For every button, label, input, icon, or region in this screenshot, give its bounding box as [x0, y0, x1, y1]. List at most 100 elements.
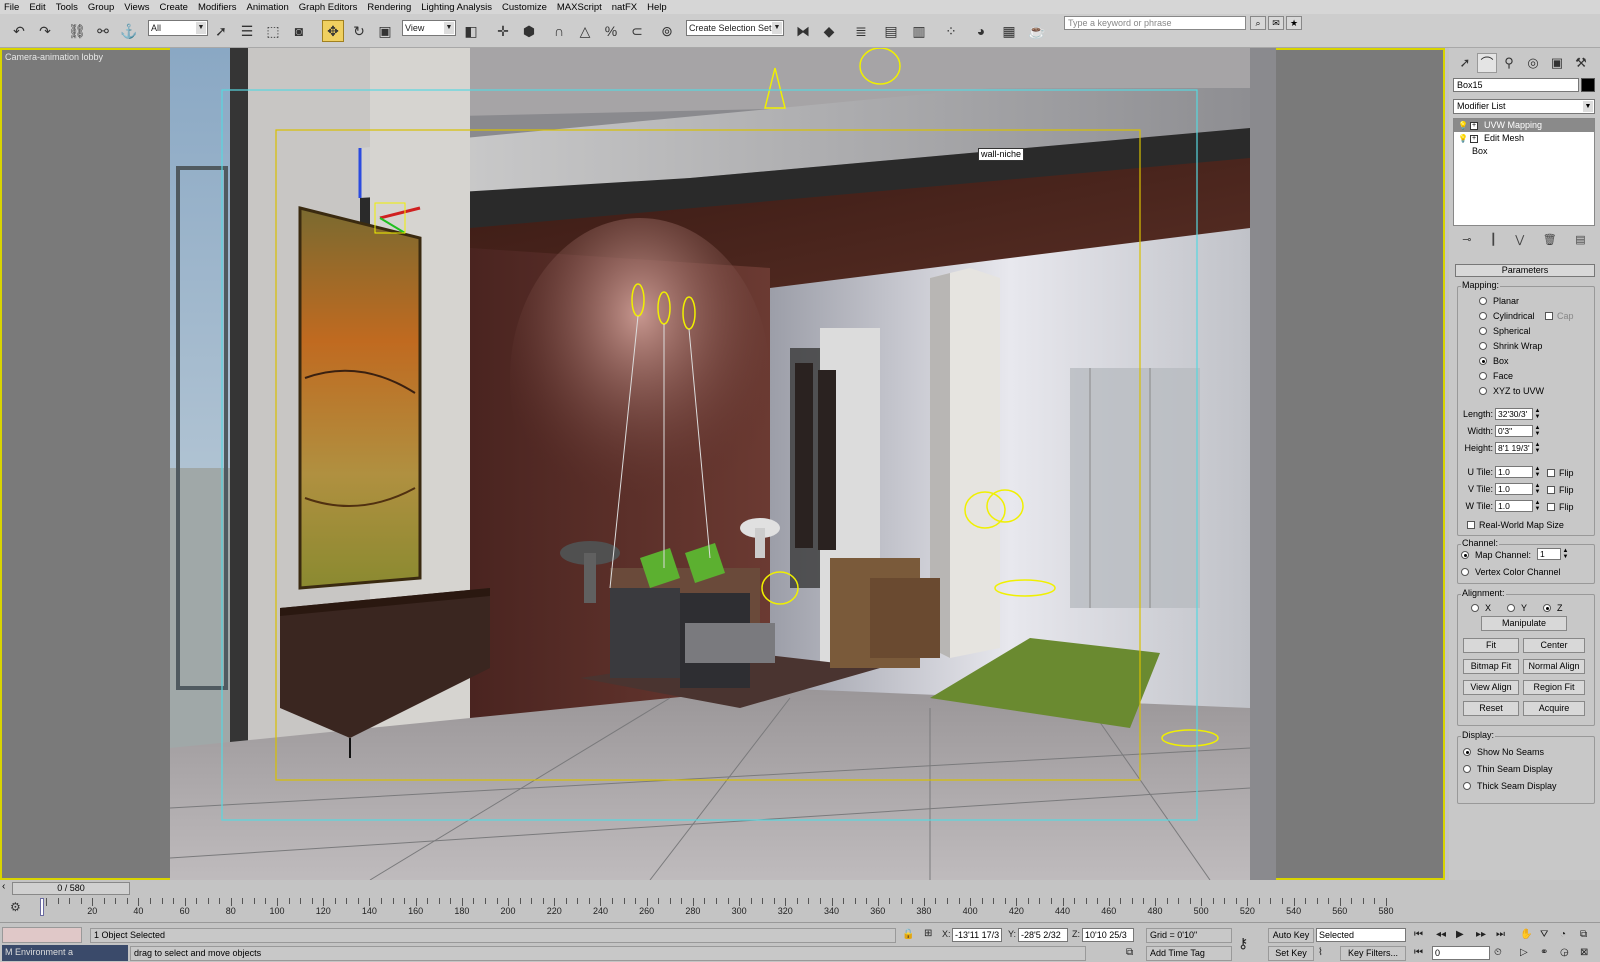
- curve-editor-icon[interactable]: ▥: [908, 20, 930, 42]
- cap-checkbox[interactable]: Cap: [1545, 311, 1574, 321]
- v-flip-checkbox[interactable]: Flip: [1547, 485, 1574, 495]
- selection-filter-dropdown[interactable]: All ▼: [148, 20, 208, 36]
- menu-modifiers[interactable]: Modifiers: [198, 2, 237, 13]
- angle-snap-icon[interactable]: △: [574, 20, 596, 42]
- menu-edit[interactable]: Edit: [29, 2, 45, 13]
- add-time-tag-button[interactable]: Add Time Tag: [1146, 946, 1232, 961]
- x-coordinate-field[interactable]: -13'11 17/3: [952, 928, 1002, 942]
- real-world-map-size-checkbox[interactable]: Real-World Map Size: [1467, 520, 1564, 530]
- graphite-modeling-tools-icon[interactable]: ▤: [880, 20, 902, 42]
- schematic-view-icon[interactable]: ⁘: [940, 20, 962, 42]
- render-teapot-icon[interactable]: ☕: [1026, 20, 1048, 42]
- menu-file[interactable]: File: [4, 2, 19, 13]
- viewport-label[interactable]: Camera-animation lobby: [5, 52, 103, 62]
- menu-customize[interactable]: Customize: [502, 2, 547, 13]
- select-and-rotate-icon[interactable]: ↻: [348, 20, 370, 42]
- map-channel-field[interactable]: 1: [1537, 548, 1561, 560]
- search-icon[interactable]: ⌕: [1250, 16, 1266, 30]
- unlink-selection-icon[interactable]: ⚯: [92, 20, 114, 42]
- key-mode-toggle-icon[interactable]: ⏮: [1414, 947, 1423, 958]
- width-field[interactable]: 0'3": [1495, 425, 1533, 437]
- spinner-arrows-icon[interactable]: ▲ ▼: [1534, 442, 1541, 454]
- roll-camera-icon[interactable]: ◶: [1560, 947, 1569, 958]
- key-filters-button[interactable]: Key Filters...: [1340, 946, 1406, 961]
- region-fit-button[interactable]: Region Fit: [1523, 680, 1585, 695]
- layer-manager-icon[interactable]: ≣: [850, 20, 872, 42]
- configure-modifier-sets-icon[interactable]: ▤: [1575, 233, 1585, 246]
- spinner-arrows-icon[interactable]: ▲ ▼: [1534, 500, 1541, 512]
- menu-tools[interactable]: Tools: [56, 2, 78, 13]
- reference-coordinate-dropdown[interactable]: View ▼: [402, 20, 456, 36]
- percent-snap-icon[interactable]: %: [600, 20, 622, 42]
- dolly-camera-icon[interactable]: ⚭: [1540, 947, 1548, 958]
- display-tab-icon[interactable]: ▣: [1547, 53, 1567, 73]
- acquire-button[interactable]: Acquire: [1523, 701, 1585, 716]
- u-tile-field[interactable]: 1.0: [1495, 466, 1533, 478]
- select-and-scale-icon[interactable]: ▣: [374, 20, 396, 42]
- height-field[interactable]: 8'1 19/3': [1495, 442, 1533, 454]
- radio-align-y[interactable]: Y: [1507, 603, 1527, 613]
- search-input[interactable]: Type a keyword or phrase: [1064, 16, 1246, 30]
- time-slider[interactable]: 0 / 580: [12, 882, 130, 895]
- pan-view-icon[interactable]: ✋: [1520, 929, 1532, 940]
- bind-to-space-warp-icon[interactable]: ⚓: [118, 20, 140, 42]
- w-flip-checkbox[interactable]: Flip: [1547, 502, 1574, 512]
- u-flip-checkbox[interactable]: Flip: [1547, 468, 1574, 478]
- select-and-link-icon[interactable]: ⛓: [66, 20, 88, 42]
- align-icon[interactable]: ◆: [818, 20, 840, 42]
- object-name-field[interactable]: Box15: [1453, 78, 1579, 92]
- maximize-viewport-icon[interactable]: ⧉: [1580, 929, 1587, 940]
- lightbulb-icon[interactable]: 💡: [1458, 119, 1468, 132]
- time-tag-icon[interactable]: ⧉: [1126, 947, 1133, 958]
- redo-icon[interactable]: ↷: [34, 20, 56, 42]
- next-frame-icon[interactable]: ▸▸: [1476, 929, 1486, 940]
- radio-box[interactable]: Box: [1479, 356, 1509, 366]
- menu-group[interactable]: Group: [88, 2, 114, 13]
- go-to-start-icon[interactable]: ⏮: [1414, 929, 1423, 940]
- fit-button[interactable]: Fit: [1463, 638, 1519, 653]
- radio-planar[interactable]: Planar: [1479, 296, 1519, 306]
- menu-create[interactable]: Create: [159, 2, 188, 13]
- radio-cylindrical[interactable]: Cylindrical: [1479, 311, 1535, 321]
- utilities-tab-icon[interactable]: ⚒: [1571, 53, 1591, 73]
- current-frame-marker[interactable]: [40, 898, 44, 916]
- remove-modifier-icon[interactable]: 🗑: [1543, 233, 1557, 246]
- stack-item-edit-mesh[interactable]: 💡 + Edit Mesh: [1454, 132, 1594, 145]
- undo-icon[interactable]: ↶: [8, 20, 30, 42]
- select-by-name-icon[interactable]: ☰: [236, 20, 258, 42]
- camera-viewport[interactable]: wall-niche: [170, 48, 1276, 880]
- key-icon[interactable]: ⚷: [1238, 935, 1248, 952]
- field-of-view-icon[interactable]: ▷: [1520, 947, 1528, 958]
- stack-item-uvw-mapping[interactable]: 💡 + UVW Mapping: [1454, 119, 1594, 132]
- radio-face[interactable]: Face: [1479, 371, 1513, 381]
- radio-vertex-color-channel[interactable]: Vertex Color Channel: [1461, 567, 1561, 577]
- reset-button[interactable]: Reset: [1463, 701, 1519, 716]
- radio-shrink-wrap[interactable]: Shrink Wrap: [1479, 341, 1542, 351]
- spinner-snap-icon[interactable]: ⊂: [626, 20, 648, 42]
- selection-lock-icon[interactable]: 🔒: [902, 929, 914, 940]
- zoom-extents-icon[interactable]: ⊠: [1580, 947, 1588, 958]
- track-bar-menu-icon[interactable]: ⚙: [10, 900, 21, 914]
- z-coordinate-field[interactable]: 10'10 25/3: [1082, 928, 1134, 942]
- radio-xyz-to-uvw[interactable]: XYZ to UVW: [1479, 386, 1544, 396]
- select-object-icon[interactable]: ➚: [210, 20, 232, 42]
- maxscript-listener-mini[interactable]: [2, 927, 82, 943]
- manipulate-button[interactable]: Manipulate: [1481, 616, 1567, 631]
- radio-map-channel[interactable]: Map Channel:: [1461, 550, 1531, 560]
- hierarchy-tab-icon[interactable]: ⚲: [1499, 53, 1519, 73]
- snaps-toggle-icon[interactable]: ∩: [548, 20, 570, 42]
- spinner-arrows-icon[interactable]: ▲ ▼: [1534, 425, 1541, 437]
- radio-thick-seam-display[interactable]: Thick Seam Display: [1463, 781, 1557, 791]
- radio-spherical[interactable]: Spherical: [1479, 326, 1531, 336]
- pin-stack-icon[interactable]: ⊸: [1462, 233, 1471, 246]
- time-slider-prev-icon[interactable]: ‹: [2, 881, 5, 892]
- walk-through-icon[interactable]: ⛛: [1540, 929, 1548, 940]
- edit-named-selection-icon[interactable]: ⊚: [656, 20, 678, 42]
- current-frame-field[interactable]: 0: [1432, 946, 1490, 960]
- spinner-arrows-icon[interactable]: ▲ ▼: [1534, 466, 1541, 478]
- favorites-star-icon[interactable]: ★: [1286, 16, 1302, 30]
- rectangular-selection-icon[interactable]: ⬚: [262, 20, 284, 42]
- modify-tab-icon[interactable]: ⌒: [1477, 53, 1497, 73]
- spinner-arrows-icon[interactable]: ▲ ▼: [1534, 483, 1541, 495]
- set-key-button[interactable]: Set Key: [1268, 946, 1314, 961]
